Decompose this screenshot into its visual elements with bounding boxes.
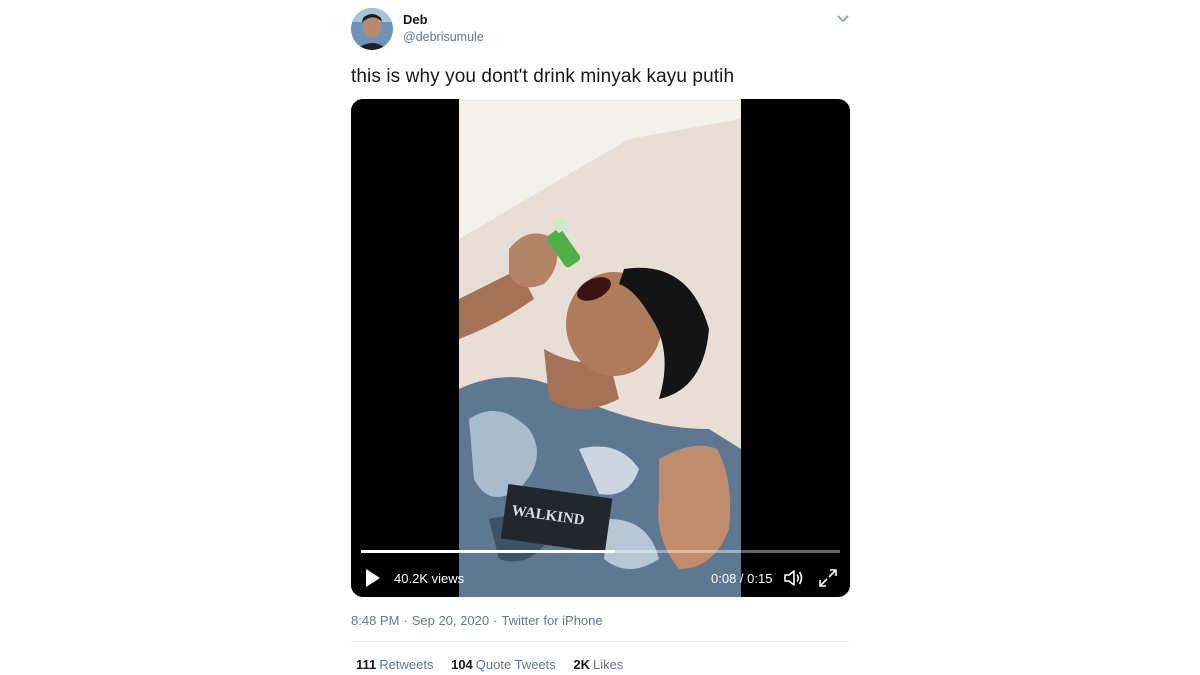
current-time: 0:08 [711,571,737,586]
tweet-time[interactable]: 8:48 PM [351,613,399,628]
quote-tweets-label: Quote Tweets [475,657,556,672]
retweets-count: 111 [356,657,377,672]
time-display: 0:08 / 0:15 [711,571,773,586]
tweet-card: Deb @debrisumule this is why you dont't … [351,0,851,675]
chevron-down-icon[interactable] [835,10,851,26]
tweet-meta: 8:48 PM · Sep 20, 2020 · Twitter for iPhone [351,613,603,628]
retweets-stat[interactable]: 111 Retweets [356,657,433,672]
tweet-source[interactable]: Twitter for iPhone [501,613,602,628]
video-frame[interactable]: WALKIND [459,99,741,597]
likes-count: 2K [573,657,591,672]
quote-tweets-stat[interactable]: 104 Quote Tweets [451,657,556,672]
author-handle[interactable]: @debrisumule [403,30,484,44]
view-count: 40.2K views [394,571,465,586]
tweet-text: this is why you dont't drink minyak kayu… [351,66,735,87]
quote-tweets-count: 104 [451,657,473,672]
divider [351,641,851,642]
retweets-label: Retweets [379,657,434,672]
avatar[interactable] [351,8,393,50]
video-player[interactable]: WALKIND 40.2K views 0:08 / 0:15 [351,99,850,597]
play-icon[interactable] [364,568,382,588]
tweet-date[interactable]: Sep 20, 2020 [412,613,489,628]
fullscreen-icon[interactable] [817,567,839,589]
video-progress-fill [361,550,615,553]
likes-stat[interactable]: 2K Likes [573,657,623,672]
tweet-stats: 111 Retweets 104 Quote Tweets 2K Likes [356,657,637,672]
video-progress-bar[interactable] [361,550,840,553]
volume-icon[interactable] [782,567,804,589]
likes-label: Likes [593,657,624,672]
duration: 0:15 [747,571,773,586]
author-name[interactable]: Deb [403,12,428,27]
